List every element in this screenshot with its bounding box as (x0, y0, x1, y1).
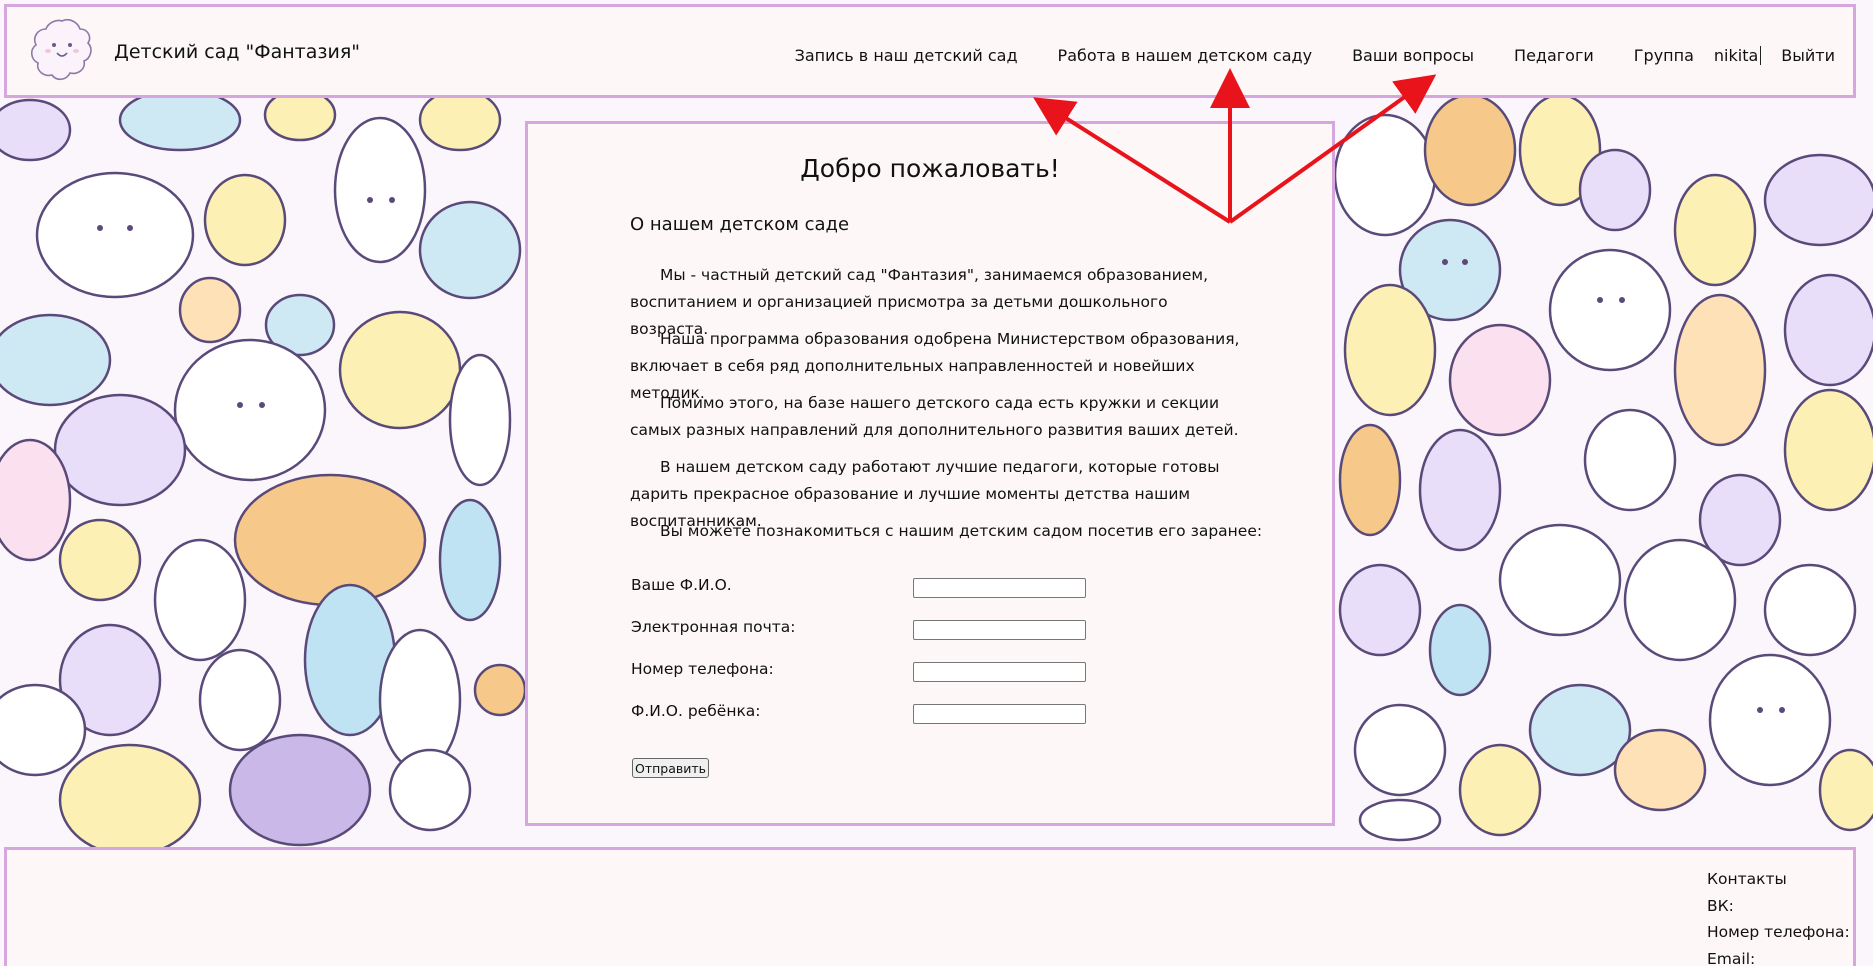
nav-enrollment[interactable]: Запись в наш детский сад (795, 46, 1018, 65)
welcome-card: Добро пожаловать! О нашем детском саде М… (525, 121, 1335, 826)
email-label: Электронная почта: (631, 618, 796, 636)
page-title: Добро пожаловать! (800, 154, 1060, 183)
nav-questions[interactable]: Ваши вопросы (1352, 46, 1474, 65)
form-row-child-name: Ф.И.О. ребёнка: (631, 702, 1111, 726)
section-subtitle: О нашем детском саде (630, 214, 850, 235)
nav-careers[interactable]: Работа в нашем детском саду (1058, 46, 1313, 65)
form-row-fullname: Ваше Ф.И.О. (631, 576, 1111, 600)
cloud-face-logo-icon[interactable] (30, 15, 94, 85)
child-name-label: Ф.И.О. ребёнка: (631, 702, 761, 720)
logout-link[interactable]: Выйти (1781, 46, 1835, 65)
phone-contact-label: Номер телефона: (1707, 923, 1850, 941)
nav-user[interactable]: nikita (1714, 45, 1762, 65)
vk-label: ВК: (1707, 896, 1734, 915)
contacts-title: Контакты (1707, 870, 1787, 888)
phone-label: Номер телефона: (631, 660, 774, 678)
site-title[interactable]: Детский сад "Фантазия" (114, 41, 360, 63)
form-row-email: Электронная почта: (631, 618, 1111, 642)
phone-field[interactable] (913, 662, 1086, 682)
site-header: Детский сад "Фантазия" Запись в наш детс… (4, 4, 1856, 98)
nav-teachers[interactable]: Педагоги (1514, 46, 1594, 65)
fullname-field[interactable] (913, 578, 1086, 598)
fullname-label: Ваше Ф.И.О. (631, 576, 732, 594)
child-name-field[interactable] (913, 704, 1086, 724)
main-nav: Запись в наш детский сад Работа в нашем … (755, 43, 1835, 67)
email-field[interactable] (913, 620, 1086, 640)
about-paragraph-3: Помимо этого, на базе нашего детского са… (630, 394, 1239, 439)
about-paragraph-5: Вы можете познакомиться с нашим детским … (660, 522, 1263, 540)
site-footer: Контакты ВК: Номер телефона: Email: (4, 847, 1856, 966)
contacts-block: Контакты ВК: Номер телефона: Email: (1707, 866, 1850, 966)
form-row-phone: Номер телефона: (631, 660, 1111, 684)
nav-group[interactable]: Группа (1634, 46, 1694, 65)
submit-button[interactable]: Отправить (632, 758, 710, 778)
email-contact-label: Email: (1707, 949, 1756, 966)
